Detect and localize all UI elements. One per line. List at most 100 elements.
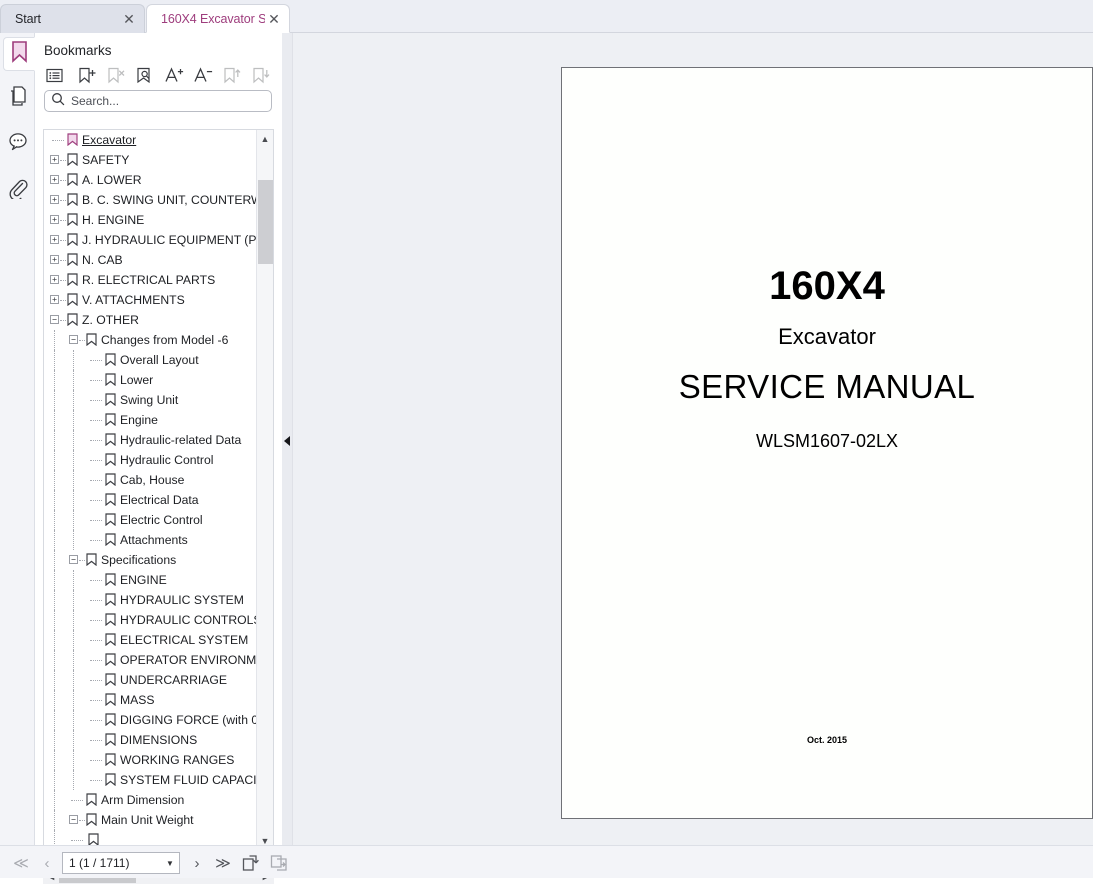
bookmark-icon	[11, 40, 28, 68]
font-increase-icon[interactable]	[160, 62, 188, 88]
bookmark-item-icon	[67, 293, 78, 307]
bookmark-tree-item[interactable]: WORKING RANGES	[44, 750, 256, 770]
bookmark-tree-item[interactable]: Engine	[44, 410, 256, 430]
close-icon[interactable]: ✕	[265, 10, 283, 28]
tree-expander[interactable]: −	[50, 315, 59, 324]
tree-guide	[90, 460, 102, 461]
bookmark-tree-item[interactable]: ELECTRICAL SYSTEM	[44, 630, 256, 650]
bookmark-tree-item[interactable]: + B. C. SWING UNIT, COUNTERWEIGH	[44, 190, 256, 210]
bookmark-tree-item[interactable]: − Changes from Model -6	[44, 330, 256, 350]
bookmark-item-label: Cab, House	[120, 473, 185, 487]
tree-expander[interactable]: −	[69, 555, 78, 564]
status-bar: ≪ ‹ 1 (1 / 1711) ▼ › ≫	[0, 845, 1093, 878]
tree-guide	[54, 590, 55, 610]
bookmark-tree-item[interactable]: + A. LOWER	[44, 170, 256, 190]
search-box[interactable]	[44, 90, 272, 112]
chevron-down-icon[interactable]: ▼	[161, 853, 179, 873]
tree-guide	[54, 650, 55, 670]
previous-view-icon[interactable]	[240, 852, 262, 874]
panel-splitter[interactable]	[282, 33, 293, 845]
list-icon[interactable]	[40, 62, 68, 88]
bookmark-tree-item[interactable]: Hydraulic-related Data	[44, 430, 256, 450]
tree-expander[interactable]: +	[50, 255, 59, 264]
close-icon[interactable]: ✕	[120, 10, 138, 28]
bookmark-tree-item[interactable]: − Specifications	[44, 550, 256, 570]
tree-guide	[73, 710, 74, 730]
last-page-button[interactable]: ≫	[212, 852, 234, 874]
collapse-panel-icon[interactable]	[284, 436, 290, 446]
tab-start[interactable]: Start ✕	[0, 4, 145, 33]
bookmark-tree-item[interactable]: ENGINE	[44, 570, 256, 590]
tree-expander[interactable]: +	[50, 195, 59, 204]
tree-expander[interactable]: +	[50, 175, 59, 184]
tree-guide	[54, 750, 55, 770]
bookmark-item-icon	[105, 753, 116, 767]
first-page-button[interactable]: ≪	[10, 852, 32, 874]
bookmark-x-icon[interactable]	[102, 62, 130, 88]
next-view-icon[interactable]	[268, 852, 290, 874]
bookmark-tree-item[interactable]: + H. ENGINE	[44, 210, 256, 230]
bookmark-tree-item[interactable]: HYDRAULIC CONTROLS	[44, 610, 256, 630]
tree-expander[interactable]: +	[50, 295, 59, 304]
bookmark-tree-item[interactable]: HYDRAULIC SYSTEM	[44, 590, 256, 610]
bookmark-tree-item[interactable]: Cab, House	[44, 470, 256, 490]
bookmark-tree-item[interactable]: Arm Dimension	[44, 790, 256, 810]
bookmark-item-icon	[105, 653, 116, 667]
bookmark-tree-item[interactable]: + R. ELECTRICAL PARTS	[44, 270, 256, 290]
rail-item-bookmarks[interactable]	[3, 37, 35, 71]
bookmark-search-icon[interactable]	[131, 62, 159, 88]
bookmark-tree-item[interactable]: Lower	[44, 370, 256, 390]
bookmark-tree-item[interactable]: + V. ATTACHMENTS	[44, 290, 256, 310]
bookmark-tree-item[interactable]: + SAFETY	[44, 150, 256, 170]
bookmark-tree-item[interactable]: Hydraulic Control	[44, 450, 256, 470]
bookmark-tree-item[interactable]: DIGGING FORCE (with 0.62 m	[44, 710, 256, 730]
bookmark-tree-item[interactable]: UNDERCARRIAGE	[44, 670, 256, 690]
bookmark-item-icon	[67, 133, 78, 147]
bookmark-down-icon[interactable]	[247, 62, 275, 88]
tree-expander[interactable]: −	[69, 335, 78, 344]
tree-vertical-scroll-thumb[interactable]	[258, 180, 273, 264]
bookmark-tree-item[interactable]: SYSTEM FLUID CAPACITIES .	[44, 770, 256, 790]
previous-page-button[interactable]: ‹	[36, 852, 58, 874]
tree-expander[interactable]: +	[50, 215, 59, 224]
tree-expander[interactable]: +	[50, 235, 59, 244]
bookmark-up-icon[interactable]	[218, 62, 246, 88]
bookmark-item-label: Engine	[120, 413, 158, 427]
rail-item-attachments[interactable]	[4, 173, 32, 207]
bookmark-tree-item[interactable]: DIMENSIONS	[44, 730, 256, 750]
bookmark-tree-item[interactable]: Electrical Data	[44, 490, 256, 510]
bookmark-item-icon	[105, 473, 116, 487]
bookmark-tree-item[interactable]: Excavator	[44, 130, 256, 150]
tree-expander[interactable]: −	[69, 815, 78, 824]
rail-item-pages[interactable]	[4, 81, 32, 115]
tree-guide	[60, 320, 66, 321]
tree-guide	[73, 770, 74, 790]
scroll-up-icon[interactable]: ▲	[257, 130, 273, 147]
search-input[interactable]	[65, 92, 265, 110]
bookmark-tree-item[interactable]: OPERATOR ENVIRONMENT	[44, 650, 256, 670]
bookmark-item-label: MASS	[120, 693, 155, 707]
tree-guide	[71, 800, 83, 801]
tree-guide	[90, 600, 102, 601]
bookmark-tree-item[interactable]: + N. CAB	[44, 250, 256, 270]
tree-guide	[60, 260, 66, 261]
bookmark-tree-item[interactable]: Attachments	[44, 530, 256, 550]
bookmark-tree-item[interactable]: + J. HYDRAULIC EQUIPMENT (PUMP,	[44, 230, 256, 250]
page-number-input[interactable]: 1 (1 / 1711) ▼	[62, 852, 180, 874]
tree-vertical-scrollbar[interactable]: ▲ ▼	[256, 130, 273, 847]
tree-guide	[73, 370, 74, 390]
next-page-button[interactable]: ›	[186, 852, 208, 874]
tab-document[interactable]: 160X4 Excavator SER... ✕	[146, 4, 290, 33]
tree-expander[interactable]: +	[50, 275, 59, 284]
bookmark-tree-item[interactable]: Swing Unit	[44, 390, 256, 410]
tree-expander[interactable]: +	[50, 155, 59, 164]
paperclip-icon	[8, 177, 28, 204]
bookmark-tree-item[interactable]: − Z. OTHER	[44, 310, 256, 330]
bookmark-plus-icon[interactable]	[73, 62, 101, 88]
font-decrease-icon[interactable]	[189, 62, 217, 88]
bookmark-tree-item[interactable]: − Main Unit Weight	[44, 810, 256, 830]
bookmark-tree-item[interactable]: Overall Layout	[44, 350, 256, 370]
bookmark-tree-item[interactable]: MASS	[44, 690, 256, 710]
rail-item-comments[interactable]	[4, 127, 32, 161]
bookmark-tree-item[interactable]: Electric Control	[44, 510, 256, 530]
